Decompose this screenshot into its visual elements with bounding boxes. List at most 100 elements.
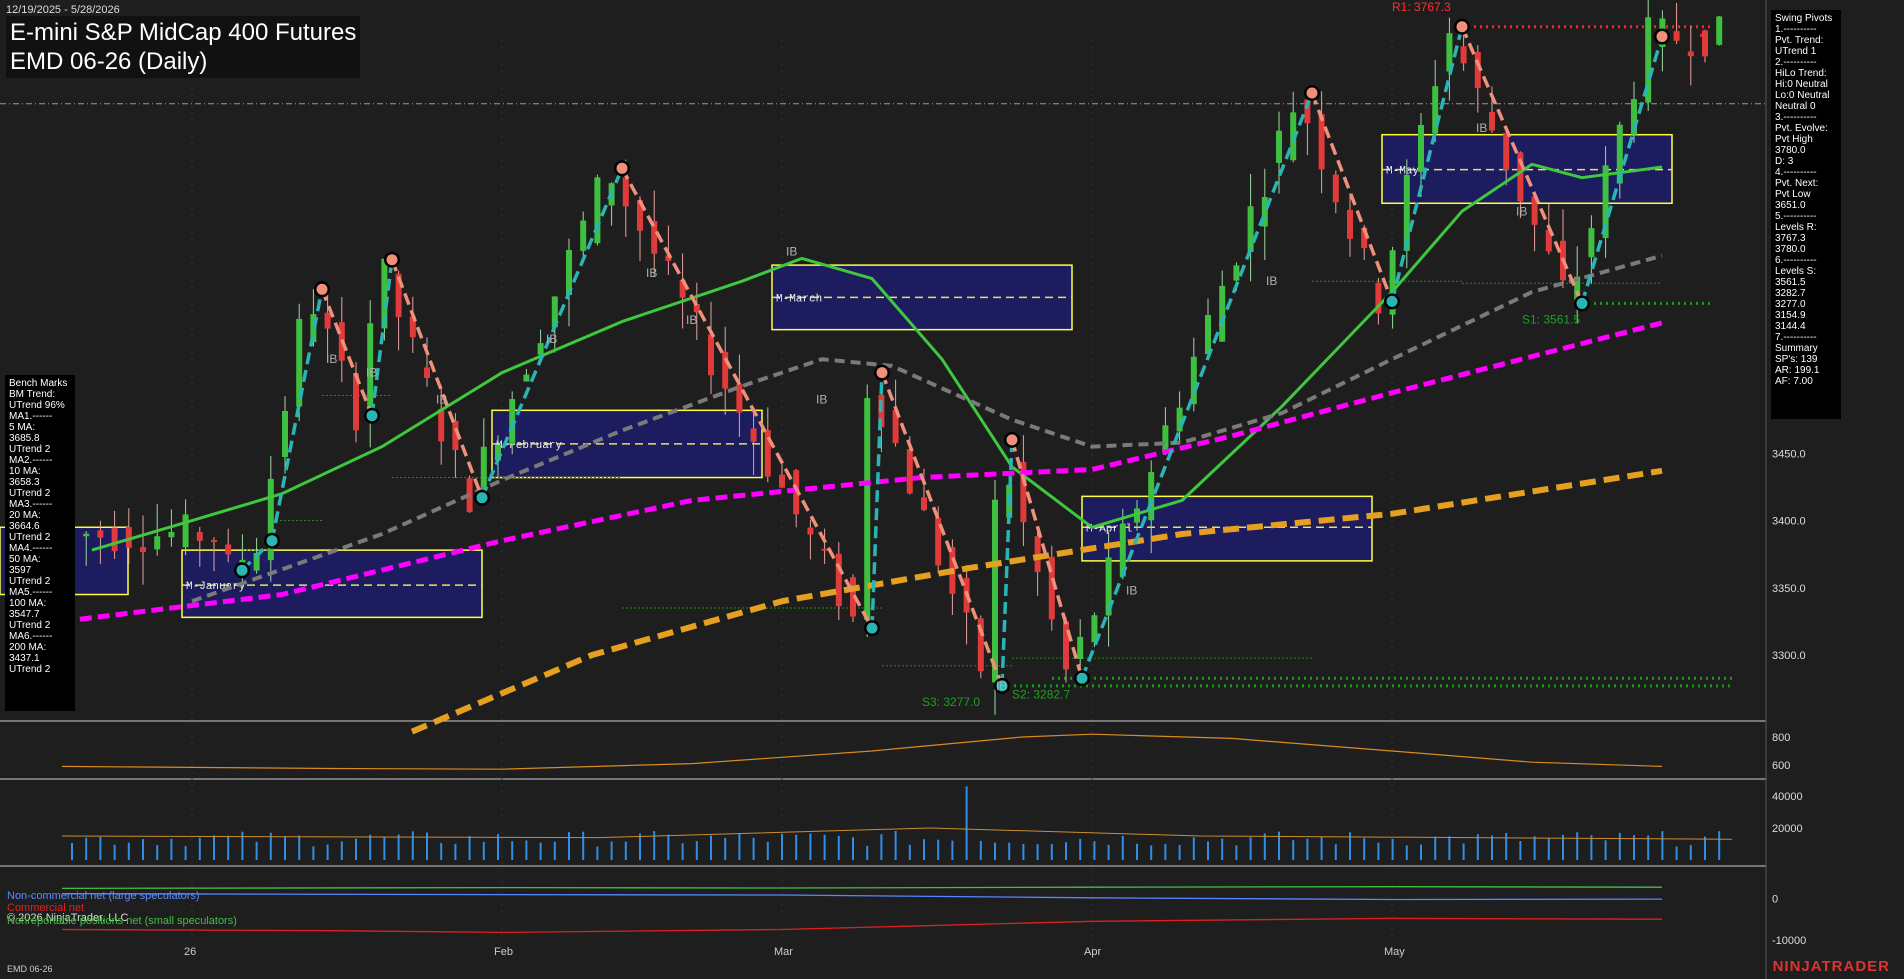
panel-line: AF: 7.00 [1775,376,1813,387]
panel-line: 20 MA: [9,510,41,521]
candle-body [1503,132,1510,171]
candle-body [225,544,232,555]
candle-body [580,220,587,251]
panel-line: UTrend 2 [9,620,51,631]
candle-body [906,449,913,494]
candle-body [196,532,203,541]
x-tick-label: Feb [494,946,513,958]
panel-line: 2.---------- [1775,57,1817,68]
x-tick-label: 26 [184,946,196,958]
panel-line: 200 MA: [9,642,47,653]
cot-tick-label: -10000 [1772,935,1806,947]
candle-body [438,409,445,442]
price-chart[interactable]: M-JanuaryM-FebruaryM-MarchM-AprilM-May I… [0,0,1904,979]
candle-body [1347,209,1353,239]
ib-label: IB [1266,274,1277,288]
candle-body [1318,114,1325,170]
candle-body [1233,265,1240,281]
candle-body [424,367,430,378]
pivot-marker-core [316,283,328,295]
cot-tick-label: 0 [1772,894,1778,906]
panel-line: 3780.0 [1775,244,1806,255]
instrument-label: EMD 06-26 [7,964,53,974]
panel-line: UTrend 2 [9,488,51,499]
panel-line: 4.---------- [1775,167,1817,178]
candle-body [1716,16,1723,45]
candle-body [1702,30,1708,57]
candle-body [594,177,601,244]
candle-body [1332,174,1339,203]
panel-line: MA3.------ [9,499,53,510]
pivot-marker-core [876,367,888,379]
panel-line: 3547.7 [9,609,40,620]
brand-logo: NINJATRADER [1772,958,1890,975]
candle-body [921,497,927,511]
panel-line: 5.---------- [1775,211,1817,222]
panel-line: D: 3 [1775,156,1794,167]
pivot-marker-core [866,622,878,634]
pivot-marker-core [1576,297,1588,309]
candle-body [1673,31,1680,41]
candle-body [140,547,146,553]
panel-line: SP's: 139 [1775,354,1818,365]
ib-label: IB [816,393,827,407]
level-label: S3: 3277.0 [922,695,980,709]
panel-line: Pvt. Trend: [1775,35,1824,46]
panel-line: 3664.6 [9,521,40,532]
ib-label: IB [436,393,447,407]
candle-body [282,411,288,457]
date-range: 12/19/2025 - 5/28/2026 [6,4,120,16]
panel-line: Hi:0 Neutral [1775,79,1828,90]
pivot-marker-core [616,162,628,174]
monthly-range-label: M-May [1386,166,1419,178]
panel-line: 6.---------- [1775,255,1817,266]
candle-body [182,514,189,548]
pivot-marker-core [1456,21,1468,33]
panel-line: UTrend 1 [1775,46,1817,57]
candle-body [992,499,998,683]
x-tick-label: Apr [1084,946,1101,958]
volume-tick-label: 20000 [1772,823,1803,835]
pivot-marker-core [476,492,488,504]
candle-body [1276,130,1282,163]
candle-body [83,533,90,537]
panel-line: 3437.1 [9,653,40,664]
panel-line: 3277.0 [1775,299,1806,310]
chart-subtitle: EMD 06-26 (Daily) [10,48,208,75]
panel-line: Pvt High [1775,134,1813,145]
pivot-marker-core [1006,434,1018,446]
osc-tick-label: 600 [1772,760,1790,772]
legend-nonreportable: Nonreportable positions net (small specu… [7,915,237,927]
pivot-marker-core [366,410,378,422]
candle-body [779,474,785,488]
panel-line: 3685.8 [9,433,40,444]
swing-pivots-panel: Swing Pivots 1.---------- Pvt. Trend: UTren… [1771,10,1841,419]
ib-label: IB [1516,204,1527,218]
panel-line: Summary [1775,343,1818,354]
panel-line: Neutral 0 [1775,101,1816,112]
panel-line: 5 MA: [9,422,36,433]
panel-line: UTrend 2 [9,576,51,587]
panel-line: MA6.------ [9,631,53,642]
panel-line: 3767.3 [1775,233,1806,244]
title-box: E-mini S&P MidCap 400 Futures EMD 06-26 … [6,16,360,78]
candle-body [1176,407,1183,432]
pivot-marker-core [236,564,248,576]
volume-tick-label: 40000 [1772,791,1803,803]
panel-line: 10 MA: [9,466,41,477]
ib-label: IB [686,313,697,327]
candle-body [480,446,487,492]
osc-tick-label: 800 [1772,732,1790,744]
panel-line: 3.---------- [1775,112,1817,123]
candle-body [1418,124,1424,172]
level-label: S1: 3561.5 [1522,312,1580,326]
candle-body [622,177,629,207]
y-tick-label: 3300.0 [1772,650,1806,662]
candle-body [154,536,161,550]
panel-line: MA1.------ [9,411,53,422]
level-label: R1: 3767.3 [1392,0,1451,14]
ib-label: IB [366,366,377,380]
candle-body [821,548,828,551]
candle-body [1247,206,1254,252]
candle-body [324,312,331,329]
